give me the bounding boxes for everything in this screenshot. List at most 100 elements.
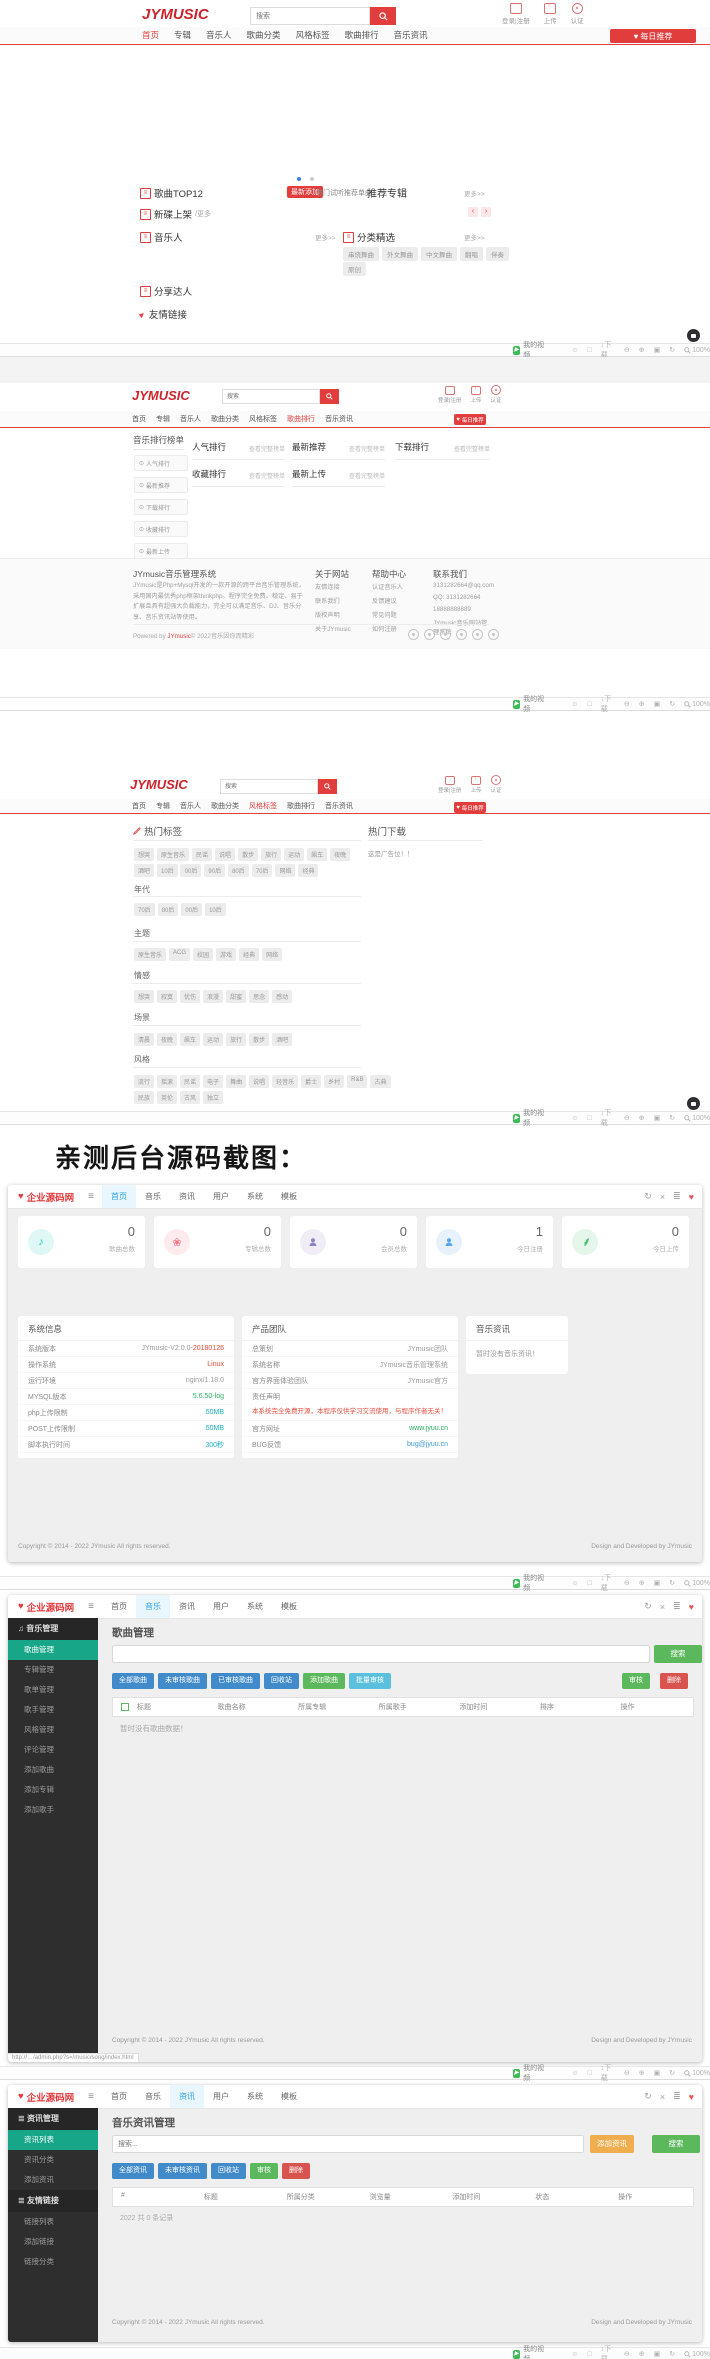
zoom-out-icon[interactable]: ⊖ (624, 346, 630, 354)
song-search-input[interactable] (112, 1645, 650, 1663)
tag[interactable]: 想哭 (134, 990, 154, 1003)
favorite-icon[interactable]: ♥ (689, 1192, 694, 1202)
zoom-out-icon[interactable]: ⊖ (624, 2350, 630, 2358)
table-column-header[interactable]: # (113, 2192, 196, 2202)
tag[interactable]: ACG (169, 948, 190, 961)
rotate-icon[interactable]: ↻ (669, 346, 675, 354)
tag[interactable]: 轻音乐 (272, 1075, 298, 1088)
sidebar-item[interactable]: 添加歌手 (8, 1800, 98, 1820)
category-tag[interactable]: 串烧舞曲 (343, 247, 379, 261)
tag[interactable]: 流行 (134, 1075, 154, 1088)
admin-menu-item[interactable]: 首页 (102, 1595, 136, 1618)
jymusic-link[interactable]: JYmusic (167, 633, 190, 640)
table-column-header[interactable]: 标题 (196, 2192, 279, 2202)
tag[interactable]: 10后 (157, 864, 178, 877)
camera-fab[interactable] (687, 329, 700, 342)
menu-grid-icon[interactable]: ≣ (673, 1601, 681, 1612)
close-icon[interactable]: × (660, 2092, 665, 2102)
search-button[interactable] (320, 389, 339, 404)
tag[interactable]: 独立 (203, 1091, 223, 1104)
category-tag[interactable]: 翻唱 (460, 247, 483, 261)
wechat-icon[interactable] (440, 629, 451, 640)
admin-menu-item[interactable]: 用户 (204, 1185, 238, 1208)
audit-button[interactable]: 审核 (622, 1673, 650, 1689)
more-link[interactable]: 更多>> (464, 232, 485, 242)
admin-menu-item[interactable]: 资讯 (170, 1185, 204, 1208)
my-video-button[interactable]: ▶我的视频 (513, 1573, 545, 1593)
admin-menu-item[interactable]: 系统 (238, 1185, 272, 1208)
footer-link[interactable]: 反馈建议 (372, 596, 403, 605)
news-filter-tab[interactable]: 回收站 (211, 2163, 246, 2179)
more-link[interactable]: 更多>> (315, 232, 336, 242)
sidebar-item[interactable]: 风格管理 (8, 1720, 98, 1740)
table-column-header[interactable]: 歌曲名称 (210, 1702, 291, 1712)
view-full-link[interactable]: 查看完整榜单 (349, 444, 385, 453)
nav-item[interactable]: 歌曲分类 (247, 29, 281, 41)
tag[interactable]: 70后 (134, 903, 155, 916)
batch-audit-button[interactable]: 批量审核 (349, 1673, 391, 1689)
hamburger-icon[interactable]: ≡ (88, 1191, 94, 1202)
footer-link[interactable]: 关于JYmusic (315, 624, 351, 633)
add-song-button[interactable]: 添加歌曲 (303, 1673, 345, 1689)
smiley-icon[interactable]: ☺ (571, 1580, 578, 1587)
tag[interactable]: 爵士 (301, 1075, 321, 1088)
tag[interactable]: 飙车 (180, 1033, 200, 1046)
tag[interactable]: 散步 (238, 848, 258, 861)
frame-icon[interactable]: ▣ (654, 700, 661, 708)
hamburger-icon[interactable]: ≡ (88, 1601, 94, 1612)
admin-menu-item[interactable]: 模板 (272, 2085, 306, 2108)
admin-menu-item[interactable]: 模板 (272, 1185, 306, 1208)
my-video-button[interactable]: ▶我的视频 (513, 1108, 545, 1128)
footer-link[interactable]: 友情连接 (315, 582, 351, 591)
tag[interactable]: 00后 (181, 903, 202, 916)
download-button[interactable]: ↓下载 (601, 694, 615, 714)
tag[interactable]: 古风 (180, 1091, 200, 1104)
download-button[interactable]: ↓下载 (601, 1573, 615, 1593)
search-button[interactable]: 搜索 (654, 1645, 702, 1663)
zoom-in-icon[interactable]: ⊕ (639, 1114, 645, 1122)
tag[interactable]: 70后 (252, 864, 273, 877)
song-filter-tab[interactable]: 已审核歌曲 (211, 1673, 260, 1689)
news-filter-tab[interactable]: 未审核资讯 (158, 2163, 207, 2179)
zoom-in-icon[interactable]: ⊕ (639, 346, 645, 354)
carousel-dot-active[interactable] (297, 177, 301, 181)
nav-item[interactable]: 首页 (142, 29, 159, 41)
tag[interactable]: 校园 (193, 948, 213, 961)
tag[interactable]: 10后 (205, 903, 226, 916)
sidebar-item[interactable]: 评论管理 (8, 1740, 98, 1760)
tag[interactable]: 民谣 (180, 1075, 200, 1088)
tag[interactable]: 古典 (370, 1075, 390, 1088)
tag[interactable]: 说唱 (215, 848, 235, 861)
verify-action[interactable]: 认证 (490, 385, 501, 404)
footer-link[interactable]: 如何注册 (372, 624, 403, 633)
daily-recommend-badge[interactable]: ♥每日推荐 (454, 802, 486, 813)
admin-menu-item[interactable]: 系统 (238, 1595, 272, 1618)
menu-grid-icon[interactable]: ≣ (673, 2091, 681, 2102)
daily-recommend-badge[interactable]: ♥每日推荐 (610, 29, 696, 43)
category-tag[interactable]: 原创 (343, 262, 366, 276)
refresh-icon[interactable]: ↻ (644, 2091, 652, 2102)
tag[interactable]: 飙车 (307, 848, 327, 861)
nav-item[interactable]: 风格标签 (249, 801, 277, 811)
tag[interactable]: 感动 (272, 990, 292, 1003)
nav-item[interactable]: 风格标签 (249, 414, 277, 424)
search-input[interactable] (220, 779, 318, 794)
tag[interactable]: 经典 (298, 864, 318, 877)
tag[interactable]: 酒吧 (272, 1033, 292, 1046)
sidebar-item[interactable]: 添加歌曲 (8, 1760, 98, 1780)
nav-item[interactable]: 歌曲排行 (287, 801, 315, 811)
tag[interactable]: 酒吧 (134, 864, 154, 877)
smiley-icon[interactable]: ☺ (571, 1115, 578, 1122)
table-column-header[interactable]: 标题 (129, 1702, 210, 1712)
table-column-header[interactable]: 添加时间 (451, 1702, 532, 1712)
camera-fab[interactable] (687, 1097, 700, 1110)
favorite-icon[interactable]: ♥ (689, 2092, 694, 2102)
nav-item[interactable]: 音乐人 (180, 414, 201, 424)
nav-item[interactable]: 音乐资讯 (394, 29, 428, 41)
tag[interactable]: 甜蜜 (226, 990, 246, 1003)
tab-hot-listen[interactable]: 热门试听 (316, 188, 344, 198)
login-register[interactable]: 登录|注册 (438, 386, 461, 404)
smiley-icon[interactable]: ☺ (571, 2070, 578, 2077)
smiley-icon[interactable]: ☺ (571, 2351, 578, 2358)
view-full-link[interactable]: 查看完整榜单 (454, 444, 490, 453)
